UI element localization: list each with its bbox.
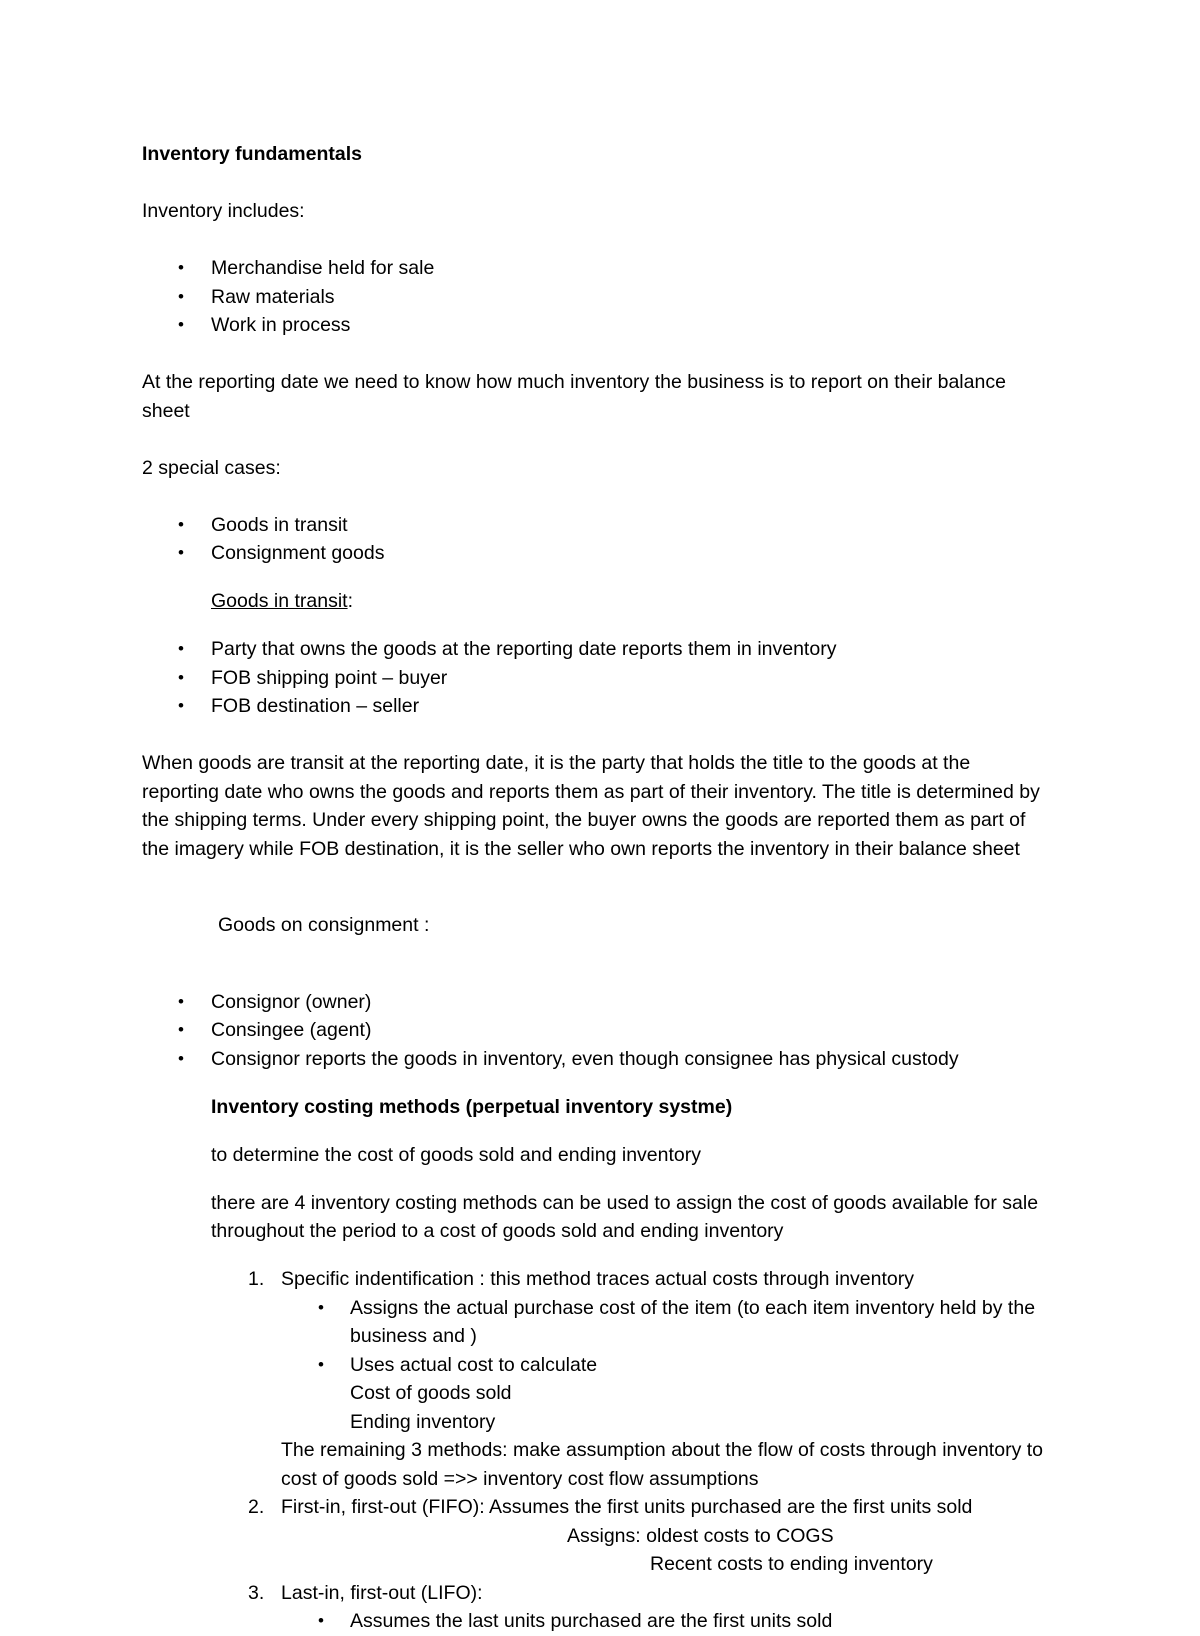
bullet-icon: • (178, 667, 184, 687)
goods-on-consignment-label: Goods on consignment : (218, 914, 430, 936)
list-item-label: Assumes the last units purchased are the… (350, 1610, 833, 1632)
fifo-assigns-line: Assigns: oldest costs to COGS (567, 1524, 834, 1547)
list-item-label: Specific indentification : this method t… (281, 1268, 914, 1290)
list-item-label: Consignor reports the goods in inventory… (211, 1047, 959, 1070)
list-item: • Party that owns the goods at the repor… (142, 635, 1050, 664)
goods-in-transit-underlined: Goods in transit (211, 590, 348, 612)
list-number: 3. (248, 1581, 265, 1604)
remaining-methods-note: The remaining 3 methods: make assumption… (281, 1439, 1043, 1490)
fifo-recent-costs-line: Recent costs to ending inventory (650, 1553, 933, 1575)
bullet-icon: • (178, 543, 184, 562)
special-cases-label: 2 special cases: (142, 456, 281, 479)
list-item: • Assumes the last units purchased are t… (142, 1607, 1050, 1636)
list-item: 2. First-in, first-out (FIFO): Assumes t… (142, 1493, 1050, 1522)
list-item: 1. Specific indentification : this metho… (142, 1265, 1050, 1294)
list-item-label: Consignor (owner) (211, 990, 372, 1013)
list-item: • Consignment goods (142, 539, 1050, 568)
list-item-label: Assigns the actual purchase cost of the … (350, 1296, 1036, 1348)
list-item: • Work in process (142, 311, 1050, 340)
page-title: Inventory fundamentals (142, 143, 362, 165)
bullet-icon: • (178, 1020, 184, 1039)
consignment-list: • Consignor (owner) • Consingee (agent) … (142, 988, 1050, 1074)
document-page: Inventory fundamentals Inventory include… (0, 0, 1200, 1632)
list-item: • Consignor (owner) (142, 988, 1050, 1017)
list-item: • Consingee (agent) (142, 1016, 1050, 1045)
list-item: • Raw materials (142, 283, 1050, 312)
cost-of-goods-sold-line: Cost of goods sold (350, 1382, 512, 1404)
bullet-icon: • (178, 696, 184, 715)
list-item-label: Merchandise held for sale (211, 257, 435, 279)
list-item-label: Consingee (agent) (211, 1019, 372, 1041)
transit-explanation-paragraph: When goods are transit at the reporting … (142, 752, 1040, 860)
list-item-label: Goods in transit (211, 513, 348, 536)
list-item: • Assigns the actual purchase cost of th… (142, 1294, 1050, 1351)
bullet-icon: • (178, 315, 184, 334)
list-number: 1. (248, 1268, 265, 1290)
bullet-icon: • (318, 1611, 324, 1630)
list-item-label: Work in process (211, 314, 351, 336)
bullet-icon: • (318, 1297, 324, 1317)
bullet-icon: • (178, 258, 184, 277)
costing-methods-list: 1. Specific indentification : this metho… (142, 1265, 1050, 1636)
list-item-label: Consignment goods (211, 542, 385, 564)
list-item-label: Uses actual cost to calculate (350, 1353, 598, 1376)
list-item: • Goods in transit (142, 511, 1050, 540)
list-item-label: First-in, first-out (FIFO): Assumes the … (281, 1496, 973, 1518)
costing-methods-line-2: there are 4 inventory costing methods ca… (211, 1191, 1039, 1243)
special-cases-list: • Goods in transit • Consignment goods (142, 511, 1050, 568)
list-item: • Merchandise held for sale (142, 254, 1050, 283)
list-item-label: FOB shipping point – buyer (211, 666, 448, 689)
bullet-icon: • (178, 514, 184, 534)
bullet-icon: • (178, 1048, 184, 1068)
list-number: 2. (248, 1496, 265, 1518)
list-item: • Uses actual cost to calculate (142, 1351, 1050, 1380)
list-item: 3. Last-in, first-out (LIFO): (142, 1579, 1050, 1608)
costing-methods-line-1: to determine the cost of goods sold and … (211, 1143, 701, 1166)
goods-in-transit-subheading: Goods in transit: (142, 587, 1050, 616)
list-item: • FOB destination – seller (142, 692, 1050, 721)
bullet-icon: • (178, 286, 184, 306)
inventory-includes-list: • Merchandise held for sale • Raw materi… (142, 254, 1050, 340)
bullet-icon: • (178, 991, 184, 1011)
bullet-icon: • (178, 639, 184, 658)
goods-in-transit-colon: : (347, 590, 353, 612)
document-body: Inventory fundamentals Inventory include… (142, 140, 1050, 1636)
list-item: • Consignor reports the goods in invento… (142, 1045, 1050, 1074)
ending-inventory-line: Ending inventory (350, 1410, 496, 1433)
bullet-icon: • (318, 1354, 324, 1374)
list-item-label: FOB destination – seller (211, 695, 420, 717)
list-item: • FOB shipping point – buyer (142, 664, 1050, 693)
reporting-date-paragraph: At the reporting date we need to know ho… (142, 371, 1006, 422)
intro-label: Inventory includes: (142, 200, 305, 222)
list-item-label: Party that owns the goods at the reporti… (211, 638, 837, 660)
list-item-label: Last-in, first-out (LIFO): (281, 1581, 483, 1604)
list-item-label: Raw materials (211, 285, 335, 308)
goods-in-transit-list: • Party that owns the goods at the repor… (142, 635, 1050, 721)
costing-methods-heading: Inventory costing methods (perpetual inv… (211, 1095, 733, 1118)
